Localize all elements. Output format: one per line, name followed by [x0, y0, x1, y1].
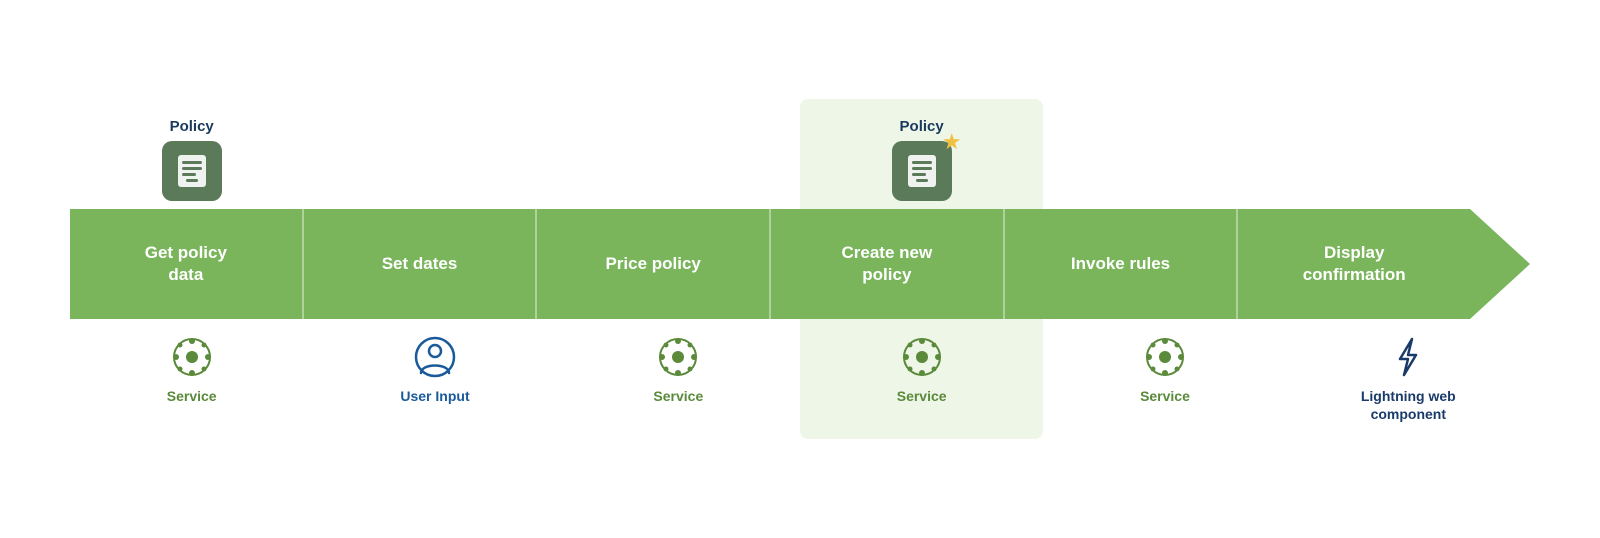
service-icon-3	[898, 333, 946, 381]
bottom-cell-service-1: Service	[70, 319, 313, 439]
bottom-icons-row: Service User Input	[70, 319, 1530, 439]
service-label-3: Service	[897, 387, 947, 405]
lightning-label: Lightning webcomponent	[1361, 387, 1456, 423]
top-icon-display-confirm	[1287, 99, 1530, 209]
diagram-container: Policy Policy	[40, 79, 1560, 459]
segment-display-confirm: Displayconfirmation	[1238, 209, 1470, 319]
policy-icon-2: ★	[892, 141, 952, 201]
segment-label-invoke-rules: Invoke rules	[1071, 253, 1170, 275]
top-icons-row: Policy Policy	[70, 99, 1530, 209]
policy-icon-1	[162, 141, 222, 201]
bottom-cell-user-input: User Input	[313, 319, 556, 439]
segment-label-display-confirm: Displayconfirmation	[1303, 242, 1406, 286]
star-badge: ★	[942, 131, 962, 153]
policy-label-1: Policy	[170, 118, 214, 135]
top-icon-set-dates	[313, 99, 556, 209]
service-icon-4	[1141, 333, 1189, 381]
segment-get-policy: Get policydata	[70, 209, 304, 319]
arrow-tip	[1470, 209, 1530, 319]
service-icon-1	[168, 333, 216, 381]
segment-invoke-rules: Invoke rules	[1005, 209, 1239, 319]
top-icon-invoke-rules	[1043, 99, 1286, 209]
segment-label-create-policy: Create newpolicy	[842, 242, 933, 286]
bottom-cell-service-4: Service	[1043, 319, 1286, 439]
top-icon-create-policy: Policy ★	[800, 99, 1043, 209]
user-input-icon	[411, 333, 459, 381]
service-label-2: Service	[653, 387, 703, 405]
service-label-1: Service	[167, 387, 217, 405]
bottom-cell-lightning: Lightning webcomponent	[1287, 319, 1530, 439]
service-label-4: Service	[1140, 387, 1190, 405]
service-icon-2	[654, 333, 702, 381]
top-icon-price-policy	[557, 99, 800, 209]
user-input-label: User Input	[400, 387, 469, 405]
segment-set-dates: Set dates	[304, 209, 538, 319]
segment-label-set-dates: Set dates	[382, 253, 458, 275]
top-icon-get-policy: Policy	[70, 99, 313, 209]
lightning-icon	[1384, 333, 1432, 381]
arrow-band-wrapper: Get policydata Set dates Price policy Cr…	[70, 209, 1530, 319]
arrow-band: Get policydata Set dates Price policy Cr…	[70, 209, 1470, 319]
segment-label-price-policy: Price policy	[605, 253, 700, 275]
segment-label-get-policy: Get policydata	[145, 242, 227, 286]
policy-label-2: Policy	[900, 118, 944, 135]
segment-price-policy: Price policy	[537, 209, 771, 319]
segment-create-policy: Create newpolicy	[771, 209, 1005, 319]
bottom-cell-service-3: Service	[800, 319, 1043, 439]
bottom-cell-service-2: Service	[557, 319, 800, 439]
